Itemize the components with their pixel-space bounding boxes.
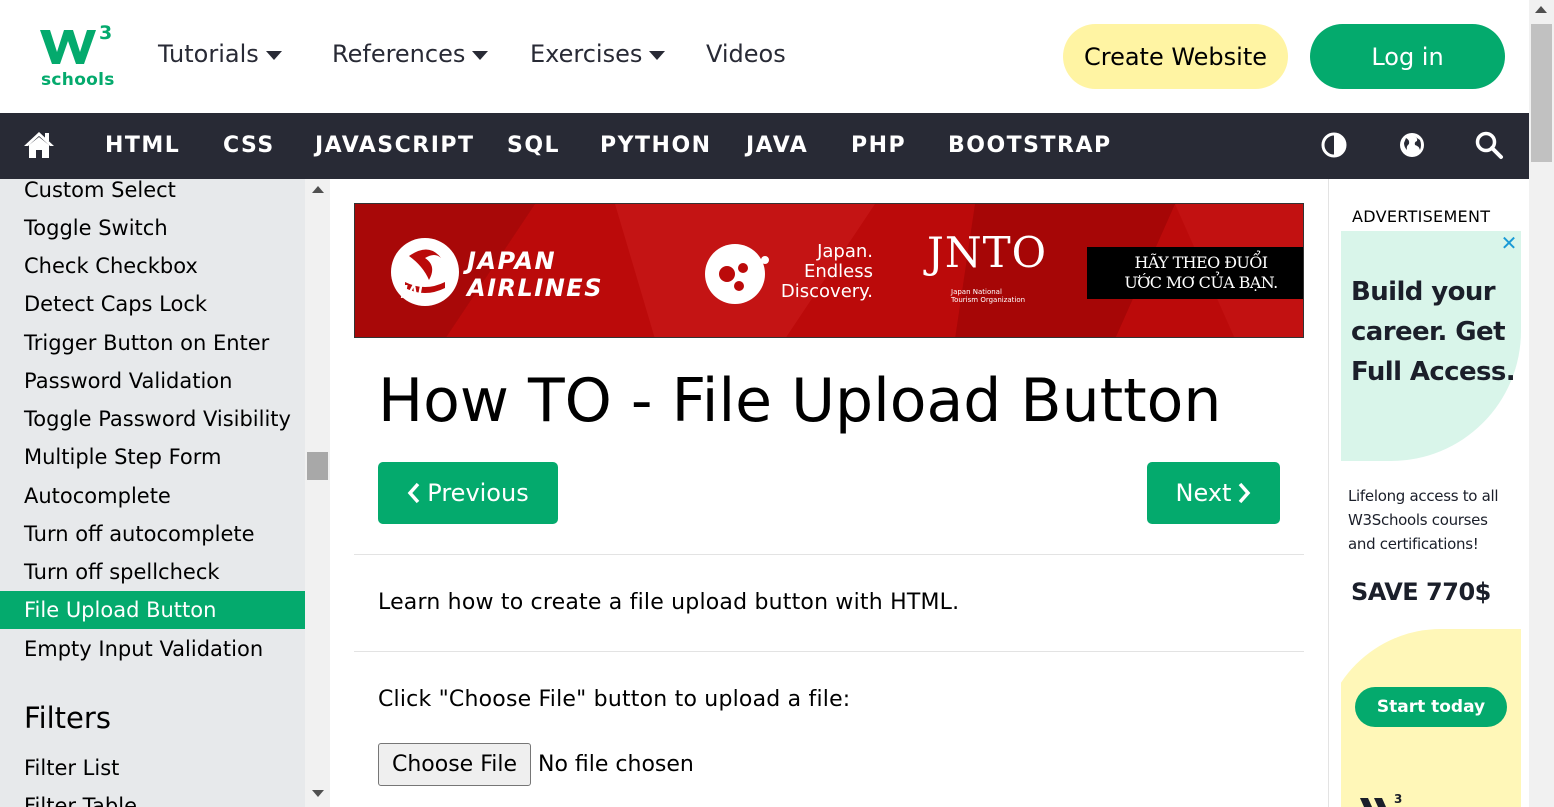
topic-python[interactable]: PYTHON — [600, 133, 712, 158]
sidebar-item-turn-off-spellcheck[interactable]: Turn off spellcheck — [0, 553, 305, 591]
scroll-down-arrow-icon[interactable] — [312, 790, 324, 797]
advertisement-label: ADVERTISEMENT — [1352, 207, 1491, 226]
nav-references[interactable]: References — [332, 40, 489, 68]
chevron-right-icon — [1239, 482, 1251, 504]
w3-logo-icon: 3 — [1360, 792, 1402, 807]
logo-wordmark: schools — [41, 70, 115, 90]
divider — [354, 554, 1304, 555]
search-icon[interactable] — [1474, 130, 1504, 160]
next-button-label: Next — [1175, 479, 1232, 507]
ad-close-icon[interactable]: ✕ — [1499, 233, 1519, 253]
contrast-icon[interactable] — [1319, 130, 1349, 160]
page-scrollbar-thumb[interactable] — [1531, 24, 1552, 162]
logo-superscript: 3 — [99, 22, 113, 44]
create-website-button[interactable]: Create Website — [1063, 24, 1288, 89]
page-scroll-up-arrow-icon[interactable] — [1535, 6, 1547, 13]
ad-start-today-button[interactable]: Start today — [1355, 687, 1507, 727]
sidebar-scrollbar[interactable] — [305, 179, 330, 807]
sidebar-item-empty-input-validation[interactable]: Empty Input Validation — [0, 630, 305, 668]
ad-offer-text: SAVE 770$ — [1351, 578, 1491, 606]
sidebar-item-multiple-step-form[interactable]: Multiple Step Form — [0, 438, 305, 476]
topic-sql[interactable]: SQL — [507, 133, 560, 158]
sidebar-item-custom-select[interactable]: Custom Select — [0, 179, 305, 209]
globe-icon[interactable] — [1397, 130, 1427, 160]
file-status-text: No file chosen — [538, 752, 694, 777]
japan-airlines-brand: JAPAN AIRLINES — [467, 247, 603, 302]
nav-tutorials-label: Tutorials — [158, 40, 259, 68]
ad-headline: Build your career. Get Full Access. — [1351, 277, 1516, 387]
cherry-blossom-logo-icon — [705, 244, 769, 304]
topic-css[interactable]: CSS — [223, 133, 275, 158]
previous-button-label: Previous — [427, 479, 529, 507]
sidebar-item-password-validation[interactable]: Password Validation — [0, 362, 305, 400]
sidebar-item-trigger-button-on-enter[interactable]: Trigger Button on Enter — [0, 324, 305, 362]
nav-videos-label: Videos — [706, 40, 786, 68]
nav-exercises[interactable]: Exercises — [530, 40, 666, 68]
caret-down-icon — [649, 50, 666, 60]
topic-javascript[interactable]: JAVASCRIPT — [315, 133, 475, 158]
login-button[interactable]: Log in — [1310, 24, 1505, 89]
jal-mark-text: JAL — [403, 284, 427, 299]
jnto-subtitle: Japan National Tourism Organization — [951, 288, 1026, 304]
svg-text:3: 3 — [1394, 792, 1402, 806]
sidebar-item-filter-table[interactable]: Filter Table — [0, 787, 305, 807]
page-title: How TO - File Upload Button — [378, 366, 1222, 436]
ad-body-text: Lifelong access to all W3Schools courses… — [1348, 487, 1499, 553]
topic-html[interactable]: HTML — [105, 133, 180, 158]
japan-endless-discovery-tagline: Japan. Endless Discovery. — [780, 241, 873, 302]
next-button[interactable]: Next — [1147, 462, 1280, 524]
home-icon[interactable] — [23, 129, 55, 161]
banner-slogan: HÃY THEO ĐUỔI ƯỚC MƠ CỦA BẠN. — [1087, 247, 1303, 299]
caret-down-icon — [265, 50, 282, 60]
top-header: 3 schools Tutorials References Exercises… — [0, 0, 1529, 113]
scroll-up-arrow-icon[interactable] — [312, 186, 324, 193]
intro-text: Learn how to create a file upload button… — [378, 590, 960, 615]
choose-file-button[interactable]: Choose File — [378, 743, 531, 786]
jnto-logo-text: JNTO — [927, 228, 1048, 277]
w3-logo-mark — [40, 30, 96, 64]
banner-advertisement[interactable]: JAL JAPAN AIRLINES Japan. Endless Discov… — [354, 203, 1304, 338]
w3schools-logo[interactable]: 3 schools — [38, 22, 114, 92]
nav-tutorials[interactable]: Tutorials — [158, 40, 282, 68]
sidebar-item-filter-list[interactable]: Filter List — [0, 749, 305, 787]
chevron-left-icon — [407, 482, 420, 504]
sidebar-item-check-checkbox[interactable]: Check Checkbox — [0, 247, 305, 285]
sidebar-item-file-upload-button[interactable]: File Upload Button — [0, 591, 305, 629]
instruction-text: Click "Choose File" button to upload a f… — [378, 687, 851, 712]
sidebar-heading-filters: Filters — [24, 701, 111, 735]
nav-exercises-label: Exercises — [530, 40, 643, 68]
sidebar-item-autocomplete[interactable]: Autocomplete — [0, 477, 305, 515]
topic-bootstrap[interactable]: BOOTSTRAP — [948, 133, 1112, 158]
topic-navbar: HTML CSS JAVASCRIPT SQL PYTHON JAVA PHP … — [0, 113, 1529, 179]
right-column-divider — [1328, 179, 1329, 807]
topic-php[interactable]: PHP — [851, 133, 906, 158]
sidebar-item-toggle-password-visibility[interactable]: Toggle Password Visibility — [0, 400, 305, 438]
sidebar-item-turn-off-autocomplete[interactable]: Turn off autocomplete — [0, 515, 305, 553]
previous-button[interactable]: Previous — [378, 462, 558, 524]
nav-references-label: References — [332, 40, 466, 68]
caret-down-icon — [472, 50, 489, 60]
sidebar-item-detect-caps-lock[interactable]: Detect Caps Lock — [0, 285, 305, 323]
sidebar-item-toggle-switch[interactable]: Toggle Switch — [0, 209, 305, 247]
sidebar-scrollbar-thumb[interactable] — [307, 452, 328, 480]
topic-java[interactable]: JAVA — [746, 133, 808, 158]
divider — [354, 651, 1304, 652]
left-sidebar: Custom Select Toggle Switch Check Checkb… — [0, 179, 305, 807]
nav-videos[interactable]: Videos — [706, 40, 786, 68]
